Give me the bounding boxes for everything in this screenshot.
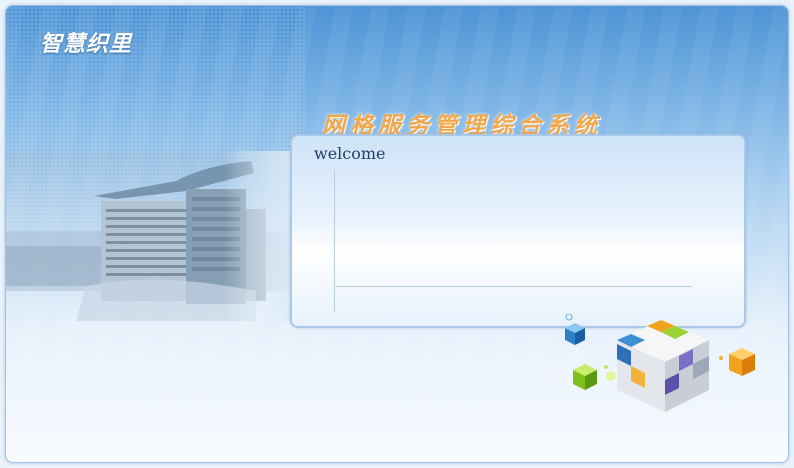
login-window: 智慧织里 网格服务管理综合系统 welcome xyxy=(5,5,789,463)
welcome-label: welcome xyxy=(314,144,386,163)
green-cube-icon xyxy=(573,364,597,390)
panel-horizontal-divider xyxy=(336,286,692,287)
rubik-cube-icon xyxy=(617,320,709,412)
cube-illustration xyxy=(565,314,755,412)
blue-cube-icon xyxy=(565,323,585,345)
building-photo xyxy=(6,151,296,321)
app-logo: 智慧织里 xyxy=(40,32,133,57)
login-panel: welcome xyxy=(290,134,746,328)
orange-cube-icon xyxy=(729,348,755,376)
panel-vertical-divider xyxy=(334,170,335,312)
